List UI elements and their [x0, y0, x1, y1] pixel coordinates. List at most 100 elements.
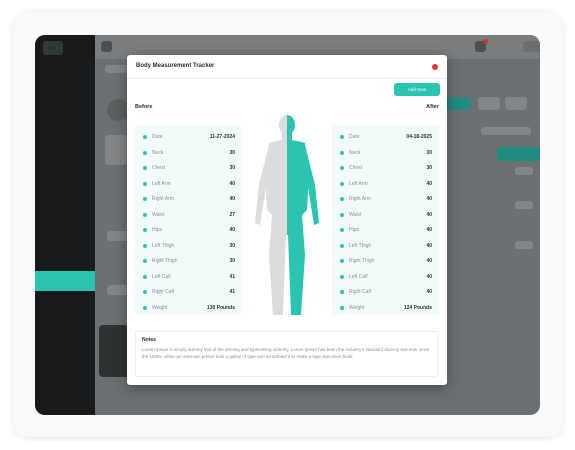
sidebar-item[interactable] — [35, 119, 95, 135]
sidebar-item[interactable] — [35, 395, 95, 411]
measurement-label: Right Calf — [152, 289, 174, 295]
bullet-icon — [143, 290, 147, 294]
bullet-icon — [340, 290, 344, 294]
measurement-row: Right Calf 41 — [135, 285, 242, 301]
measurement-label: Left Arm — [152, 180, 171, 187]
filter-control[interactable] — [481, 127, 531, 135]
measurement-row: Date 04-18-2025 — [332, 130, 439, 146]
measurement-value: 30 — [229, 149, 235, 156]
measurement-row: Neck 30 — [135, 146, 242, 162]
notes-title: Notes — [142, 337, 156, 343]
content-block — [515, 167, 533, 175]
measurement-label: Waist — [349, 211, 362, 218]
measurement-row: Weight 124 Pounds — [332, 301, 439, 317]
content-card — [99, 325, 129, 377]
measurement-row: Left Calf 40 — [332, 270, 439, 286]
measurement-value: 40 — [229, 227, 235, 233]
measurement-value: 30 — [426, 149, 432, 156]
measurement-label: Date — [152, 134, 163, 140]
notes-text: Lorem Ipsum is simply dummy text of the … — [142, 347, 430, 359]
measurement-row: Left Thigh 30 — [135, 239, 242, 255]
measurement-row: Hips 40 — [332, 223, 439, 239]
bullet-icon — [340, 243, 344, 248]
sidebar-item[interactable] — [35, 79, 95, 95]
measurement-value: 40 — [426, 196, 432, 202]
tab-button[interactable] — [445, 97, 471, 110]
measurement-row: Hips 40 — [135, 223, 242, 239]
measurement-row: Left Calf 41 — [135, 270, 242, 286]
app-logo — [43, 41, 63, 55]
bullet-icon — [143, 228, 147, 232]
sidebar-item[interactable] — [35, 375, 95, 391]
measurement-label: Hips — [152, 227, 163, 233]
bullet-icon — [340, 197, 344, 201]
grid-icon[interactable] — [101, 41, 112, 52]
language-selector[interactable] — [523, 41, 540, 52]
sidebar-item[interactable] — [35, 99, 95, 115]
before-card: Date 11-27-2024 Neck 30 Chest 30 Left Arm 40 Rig… — [135, 125, 242, 315]
measurement-value: 130 Pounds — [206, 304, 235, 311]
measurement-row: Date 11-27-2024 — [135, 130, 242, 146]
sidebar-item[interactable] — [35, 251, 95, 267]
content-block — [107, 231, 129, 241]
measurement-label: Neck — [152, 149, 164, 156]
sidebar — [35, 35, 95, 415]
measurement-label: Neck — [349, 149, 361, 156]
measurement-label: Chest — [349, 165, 363, 171]
measurement-value: 41 — [229, 289, 235, 295]
measurement-label: Right Calf — [349, 289, 371, 295]
notification-badge — [483, 39, 488, 44]
bullet-icon — [143, 181, 147, 186]
measurement-value: 40 — [426, 258, 432, 264]
bullet-icon — [340, 135, 344, 139]
measurement-row: Left Thigh 40 — [332, 239, 439, 255]
measurement-value: 11-27-2024 — [209, 134, 235, 140]
bullet-icon — [143, 135, 147, 139]
bullet-icon — [143, 197, 147, 201]
measurement-value: 40 — [426, 242, 432, 249]
measurement-value: 40 — [426, 289, 432, 295]
bullet-icon — [340, 305, 344, 310]
measurement-value: 40 — [426, 273, 432, 280]
modal-header: Body Measurement Tracker — [127, 55, 447, 79]
sidebar-item[interactable] — [35, 335, 95, 351]
sidebar-item[interactable] — [35, 185, 95, 201]
sidebar-item[interactable] — [35, 145, 95, 161]
measurement-value: 30 — [229, 258, 235, 264]
sidebar-item[interactable] — [35, 231, 95, 247]
measurement-value: 40 — [426, 180, 432, 187]
measurement-value: 04-18-2025 — [406, 134, 432, 140]
measurement-label: Left Thigh — [152, 242, 175, 249]
close-icon[interactable] — [432, 64, 438, 70]
measurement-row: Right Calf 40 — [332, 285, 439, 301]
measurement-label: Chest — [152, 165, 166, 171]
measurement-row: Right Arm 40 — [135, 192, 242, 208]
measurement-row: Left Arm 40 — [135, 177, 242, 193]
add-new-button[interactable]: Add New — [394, 83, 440, 96]
action-button[interactable] — [497, 147, 540, 161]
measurement-label: Right Thigh — [152, 258, 178, 264]
after-label: After — [426, 104, 439, 110]
measurement-label: Left Arm — [349, 180, 368, 187]
measurement-label: Hips — [349, 227, 360, 233]
tab-button[interactable] — [505, 97, 527, 110]
bullet-icon — [340, 212, 344, 217]
measurement-label: Date — [349, 134, 360, 140]
measurement-label: Right Arm — [349, 196, 371, 202]
bullet-icon — [340, 166, 344, 170]
measurement-row: Waist 27 — [135, 208, 242, 224]
sidebar-item[interactable] — [35, 165, 95, 181]
measurement-row: Waist 40 — [332, 208, 439, 224]
sidebar-item-active[interactable] — [35, 271, 95, 291]
sidebar-item[interactable] — [35, 205, 95, 221]
modal-title: Body Measurement Tracker — [136, 63, 215, 69]
bullet-icon — [340, 274, 344, 279]
measurement-value: 27 — [229, 211, 235, 218]
measurement-label: Weight — [152, 304, 168, 311]
body-measurement-modal: Body Measurement Tracker Add New Before … — [127, 55, 447, 385]
measurement-row: Right Thigh 40 — [332, 254, 439, 270]
tab-button[interactable] — [478, 97, 500, 110]
sidebar-item[interactable] — [35, 355, 95, 371]
content-block — [107, 285, 129, 295]
measurement-value: 40 — [426, 227, 432, 233]
